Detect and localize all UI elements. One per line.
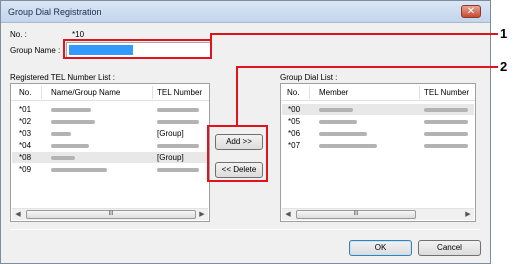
close-icon: ✕ [466,6,476,17]
dialog-title: Group Dial Registration [8,7,102,17]
callout-2: 2 [500,59,508,74]
list-item[interactable]: *03 [Group] [12,128,208,139]
group-name-label: Group Name : [10,46,61,55]
list-item[interactable]: *00 [282,104,474,115]
registered-tel-number-list[interactable]: No. Name/Group Name TEL Number *01 *02 *… [10,83,210,222]
callout-connector-1 [210,33,212,41]
close-button[interactable]: ✕ [461,5,481,18]
list-item[interactable]: *08 [Group] [12,152,208,163]
column-header-member[interactable]: Member [319,88,348,97]
scroll-left-icon[interactable]: ◀ [12,209,24,220]
no-label: No. : [10,30,27,39]
row-no: *02 [19,117,32,126]
row-no: *06 [288,129,301,138]
callout-1: 1 [500,26,508,41]
column-header-tel[interactable]: TEL Number [424,88,469,97]
callout-line-1 [212,33,498,35]
callout-connector-2 [236,66,238,126]
footer-divider [10,229,480,230]
row-no: *04 [19,141,32,150]
list-item[interactable]: *09 [12,164,208,175]
list-header: No. Name/Group Name TEL Number [11,84,209,101]
row-no: *00 [288,105,301,114]
cancel-button[interactable]: Cancel [418,240,481,256]
horizontal-scrollbar[interactable]: ◀ III ▶ [282,208,474,220]
list-item[interactable]: *04 [12,140,208,151]
scroll-thumb[interactable]: III [296,210,416,219]
horizontal-scrollbar[interactable]: ◀ III ▶ [12,208,208,220]
list-item[interactable]: *06 [282,128,474,139]
column-header-no[interactable]: No. [287,88,299,97]
row-no: *08 [19,153,32,162]
ok-button[interactable]: OK [349,240,412,256]
column-header-name[interactable]: Name/Group Name [51,88,120,97]
no-value: *10 [72,30,85,39]
row-tel: [Group] [157,129,184,138]
row-no: *01 [19,105,32,114]
scroll-right-icon[interactable]: ▶ [196,209,208,220]
row-no: *03 [19,129,32,138]
list-header: No. Member TEL Number [281,84,475,101]
scroll-left-icon[interactable]: ◀ [282,209,294,220]
list-item[interactable]: *07 [282,140,474,151]
callout-line-2 [236,66,498,68]
group-dial-list-label: Group Dial List : [280,73,338,82]
row-no: *09 [19,165,32,174]
group-dial-list[interactable]: No. Member TEL Number *00 *05 *06 *07 ◀ … [280,83,476,222]
highlight-group-name [63,39,212,59]
row-no: *05 [288,117,301,126]
column-header-tel[interactable]: TEL Number [157,88,202,97]
column-header-no[interactable]: No. [19,88,31,97]
scroll-thumb[interactable]: III [26,210,196,219]
title-bar: Group Dial Registration ✕ [1,1,490,23]
scroll-right-icon[interactable]: ▶ [462,209,474,220]
list-item[interactable]: *02 [12,116,208,127]
row-tel: [Group] [157,153,184,162]
row-no: *07 [288,141,301,150]
highlight-add-delete [207,125,268,182]
list-item[interactable]: *01 [12,104,208,115]
registered-list-label: Registered TEL Number List : [10,73,115,82]
list-item[interactable]: *05 [282,116,474,127]
